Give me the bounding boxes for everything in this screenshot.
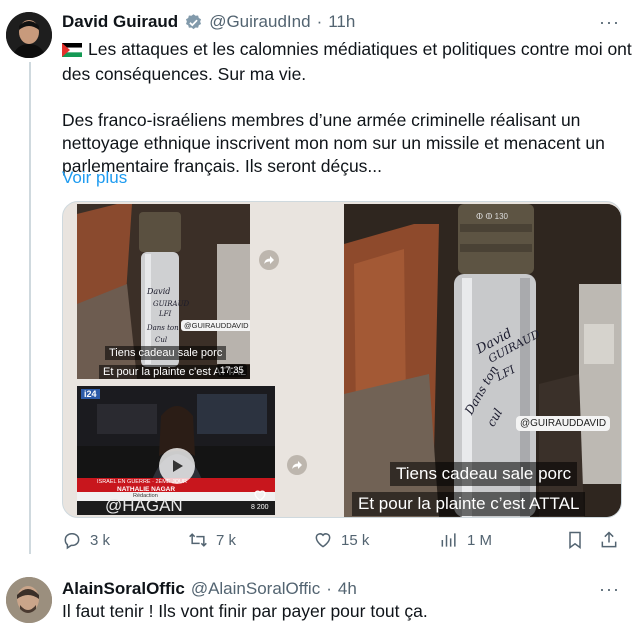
header-separator: · — [316, 12, 323, 31]
reply-header: AlainSoralOffic @AlainSoralOffic · 4h — [62, 578, 357, 600]
author-handle[interactable]: @GuiraudInd — [209, 12, 310, 32]
tweet-time[interactable]: 11h — [328, 12, 355, 32]
video-duration: 17:35 — [217, 364, 247, 377]
tweet-text-line-1: Les attaques et les calomnies médiatique… — [88, 39, 632, 59]
main-image-caption-1: Tiens cadeau sale porc — [390, 462, 578, 486]
main-image-caption-2: Et pour la plainte c’est ATTAL — [352, 492, 586, 516]
shell-writing-1: David — [146, 287, 170, 296]
forward-arrow-icon-bottom[interactable] — [287, 455, 307, 475]
thumb1-caption: Tiens cadeau sale porc — [105, 346, 227, 360]
more-options-icon[interactable]: ··· — [599, 12, 620, 33]
reply-header-separator: · — [326, 579, 332, 598]
news-channel-logo: i24 — [81, 389, 100, 399]
reply-icon — [64, 533, 80, 550]
share-icon — [601, 531, 617, 548]
tweet-text-line-2: des conséquences. Sur ma vie. — [62, 64, 307, 84]
retweet-action[interactable]: 7 k — [188, 530, 236, 550]
reply-text: Il faut tenir ! Ils vont finir par payer… — [62, 601, 428, 621]
reply-more-options-icon[interactable]: ··· — [599, 579, 620, 600]
news-anchor-name: NATHALIE NAGAR — [117, 486, 176, 493]
play-button-icon[interactable] — [159, 448, 195, 484]
shell-writing-5: Cul — [155, 336, 167, 344]
media-thumbnail-video-2[interactable]: i24 ISRAEL EN GUERRE · 2ÈME JOUR NATHALI… — [77, 386, 275, 515]
tweet-text-line-4: nettoyage ethnique inscrivent mon nom su… — [62, 133, 605, 153]
reply-action[interactable]: 3 k — [62, 530, 110, 550]
see-more-link[interactable]: Voir plus — [62, 168, 127, 188]
share-action[interactable] — [599, 530, 619, 550]
views-count: 1 M — [467, 531, 493, 549]
forward-arrow-icon-top[interactable] — [259, 250, 279, 270]
heart-overlay-icon — [253, 488, 267, 506]
shell-writing-4: Dans ton — [146, 324, 179, 332]
media-thumbnail-video-1[interactable]: David GUIRAUD LFI Dans ton Cul @GUIRAUDD… — [77, 204, 250, 379]
bookmark-action[interactable] — [565, 530, 585, 550]
views-action[interactable]: 1 M — [439, 530, 492, 550]
thread-connector-line — [29, 62, 31, 554]
tweet-text-line-5: parlementaire français. Ils seront déçus… — [62, 156, 383, 176]
author-avatar[interactable] — [6, 12, 52, 58]
retweet-icon — [189, 533, 207, 547]
media-image-main[interactable]: ⵀ ⵀ 130 David GUIRAUD LFI Dans ton cul @… — [344, 204, 621, 517]
views-chart-icon — [441, 533, 456, 547]
like-action[interactable]: 15 k — [313, 530, 369, 550]
author-name[interactable]: David Guiraud — [62, 12, 178, 32]
tweet-body: Les attaques et les calomnies médiatique… — [62, 38, 632, 178]
handle-overlay: @HAGAN — [105, 496, 183, 515]
main-image-watermark: @GUIRAUDDAVID — [516, 416, 611, 431]
retweet-count: 7 k — [216, 531, 237, 549]
reply-time[interactable]: 4h — [338, 579, 357, 599]
shell-code-text: ⵀ ⵀ 130 — [476, 212, 508, 221]
thumb1-watermark: @GUIRAUDDAVID — [181, 320, 250, 331]
like-count: 15 k — [341, 531, 370, 549]
reply-author-name[interactable]: AlainSoralOffic — [62, 579, 185, 599]
reply-author-handle[interactable]: @AlainSoralOffic — [191, 579, 320, 599]
verified-badge-icon — [184, 13, 203, 32]
bookmark-icon — [569, 531, 581, 549]
tweet-media-card[interactable]: David GUIRAUD LFI Dans ton Cul @GUIRAUDD… — [62, 201, 622, 518]
tweet-header: David Guiraud @GuiraudInd · 11h — [62, 10, 355, 34]
palestine-flag-icon — [62, 40, 82, 63]
tweet-text-line-3: Des franco-israéliens membres d’une armé… — [62, 110, 581, 130]
shell-writing-2: GUIRAUD — [153, 300, 189, 308]
heart-icon — [315, 533, 331, 548]
reply-count: 3 k — [90, 531, 111, 549]
shell-writing-3: LFI — [158, 310, 172, 318]
reply-author-avatar[interactable] — [6, 577, 52, 623]
